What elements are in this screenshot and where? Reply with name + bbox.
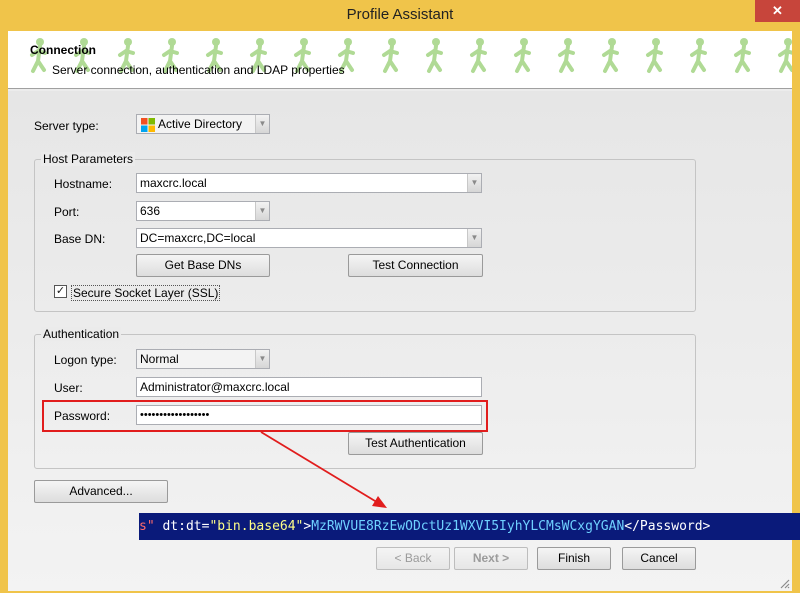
authentication-title: Authentication: [41, 327, 122, 341]
walking-figure-pattern-icon: [30, 36, 792, 73]
base-dn-label: Base DN:: [54, 232, 106, 246]
windows-logo-icon: [141, 118, 155, 132]
dialog-window: Profile Assistant ✕ Connection Server co…: [0, 0, 800, 593]
next-button[interactable]: Next >: [454, 547, 528, 570]
advanced-button[interactable]: Advanced...: [34, 480, 168, 503]
xml-encoded-password: MzRWVUE8RzEwODctUz1WXVI5IyhYLCMsWCxgYGAN: [311, 519, 625, 534]
hostname-label: Hostname:: [54, 177, 113, 191]
chevron-down-icon[interactable]: ▼: [467, 229, 481, 247]
logon-type-select[interactable]: Normal ▼: [136, 349, 270, 369]
page-subtitle: Server connection, authentication and LD…: [52, 63, 345, 77]
resize-grip-icon[interactable]: [778, 577, 790, 589]
page-title: Connection: [30, 43, 96, 57]
xml-close-tag: </Password>: [624, 519, 711, 534]
user-input[interactable]: Administrator@maxcrc.local: [136, 377, 482, 397]
close-icon: ✕: [772, 3, 783, 18]
wizard-header: Connection Server connection, authentica…: [8, 31, 792, 89]
port-value: 636: [140, 204, 161, 218]
server-type-value: Active Directory: [158, 117, 243, 131]
window-title: Profile Assistant: [346, 6, 454, 23]
title-bar[interactable]: Profile Assistant ✕: [0, 0, 800, 31]
chevron-down-icon[interactable]: ▼: [255, 350, 269, 368]
user-label: User:: [54, 381, 83, 395]
port-combobox[interactable]: 636 ▼: [136, 201, 270, 221]
hostname-combobox[interactable]: maxcrc.local ▼: [136, 173, 482, 193]
finish-button[interactable]: Finish: [537, 547, 611, 570]
base-dn-value: DC=maxcrc,DC=local: [140, 231, 256, 245]
logon-type-value: Normal: [140, 352, 179, 366]
user-value: Administrator@maxcrc.local: [140, 380, 290, 394]
server-type-select[interactable]: Active Directory ▼: [136, 114, 270, 134]
password-label: Password:: [54, 409, 111, 423]
password-value: ••••••••••••••••••: [140, 409, 210, 421]
xml-attribute: dt:dt=: [154, 519, 210, 534]
chevron-down-icon[interactable]: ▼: [255, 115, 269, 133]
test-authentication-button[interactable]: Test Authentication: [348, 432, 483, 455]
hostname-value: maxcrc.local: [140, 176, 207, 190]
host-parameters-title: Host Parameters: [41, 152, 136, 166]
back-button[interactable]: < Back: [376, 547, 450, 570]
ssl-label[interactable]: Secure Socket Layer (SSL): [71, 285, 221, 301]
test-connection-button[interactable]: Test Connection: [348, 254, 483, 277]
chevron-down-icon[interactable]: ▼: [255, 202, 269, 220]
cancel-button[interactable]: Cancel: [622, 547, 696, 570]
port-label: Port:: [54, 205, 80, 219]
dialog-client: Connection Server connection, authentica…: [8, 31, 792, 591]
password-input[interactable]: ••••••••••••••••••: [136, 405, 482, 425]
close-button[interactable]: ✕: [755, 0, 800, 22]
server-type-label: Server type:: [34, 119, 99, 133]
logon-type-label: Logon type:: [54, 353, 117, 367]
xml-fragment-prefix: s": [139, 519, 155, 534]
xml-attribute-value: "bin.base64": [209, 519, 304, 534]
get-base-dns-button[interactable]: Get Base DNs: [136, 254, 270, 277]
base-dn-combobox[interactable]: DC=maxcrc,DC=local ▼: [136, 228, 482, 248]
chevron-down-icon[interactable]: ▼: [467, 174, 481, 192]
ssl-checkbox[interactable]: ✓: [54, 285, 67, 298]
xml-password-overlay: s" dt:dt="bin.base64">MzRWVUE8RzEwODctUz…: [139, 513, 800, 540]
